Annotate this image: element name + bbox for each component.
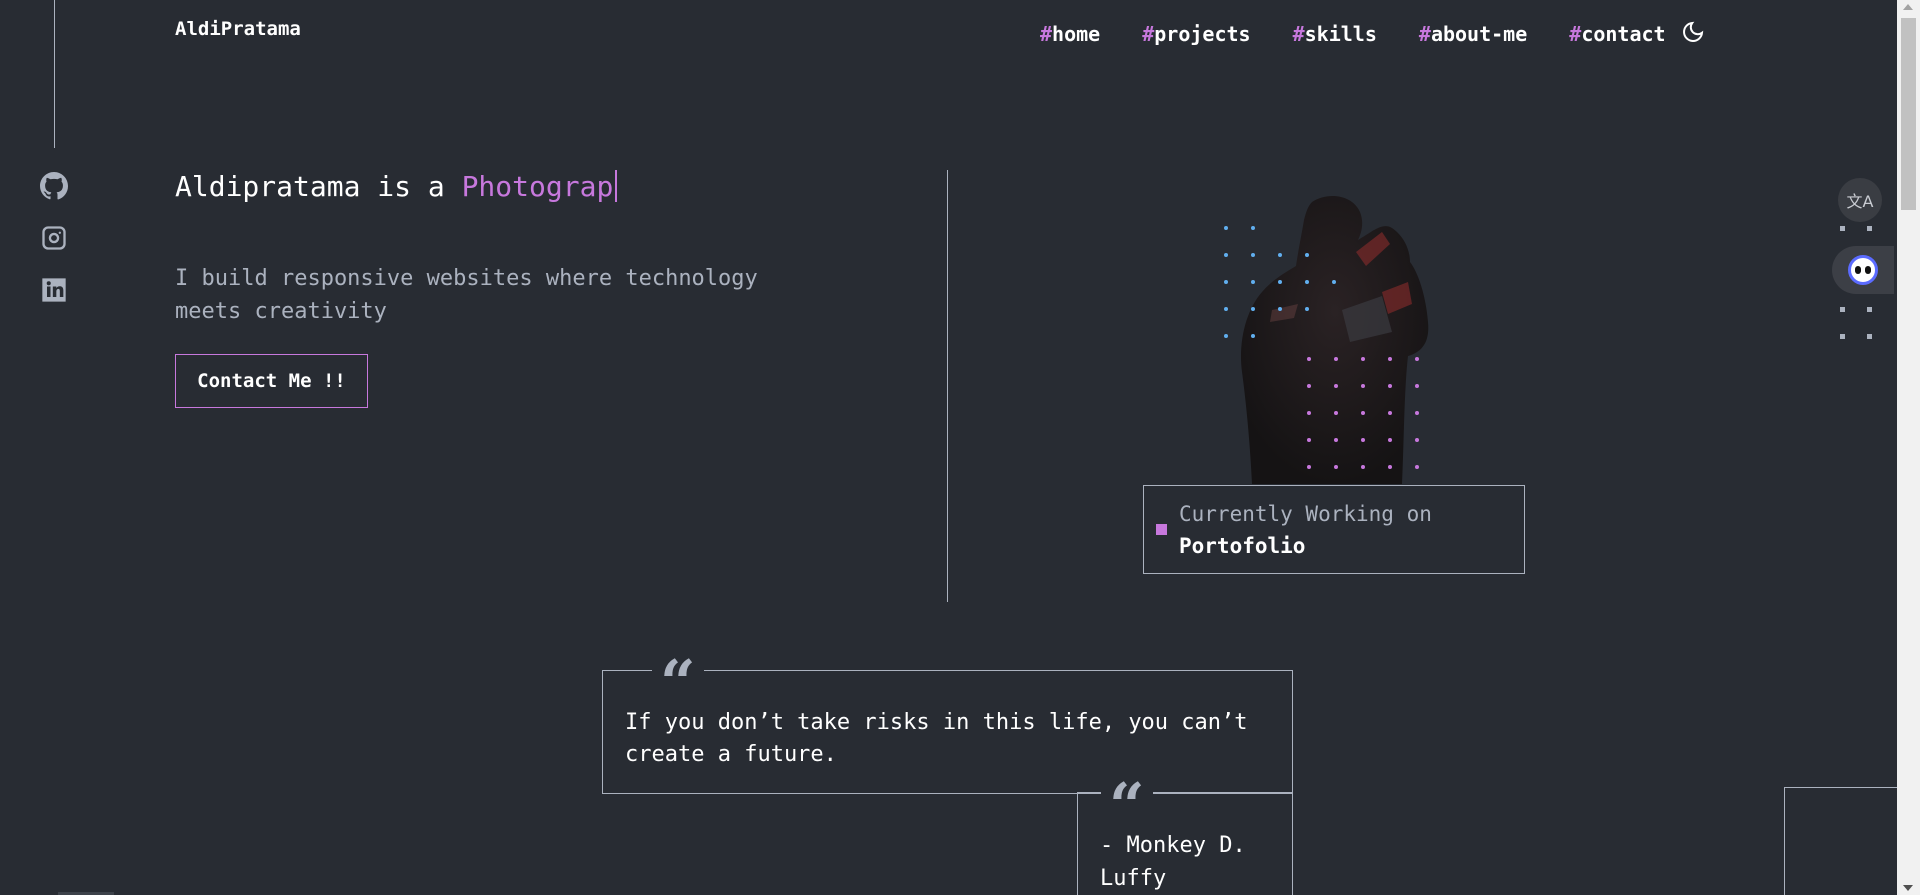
- dots-decoration-pink: [1307, 357, 1442, 492]
- github-icon[interactable]: [40, 172, 69, 200]
- assistant-face: [1848, 255, 1878, 285]
- page-scrollbar[interactable]: [1897, 0, 1920, 895]
- moon-icon[interactable]: [1681, 20, 1705, 44]
- instagram-icon[interactable]: [40, 224, 68, 252]
- nav-contact[interactable]: #contact: [1569, 22, 1665, 46]
- scroll-down-arrow-icon[interactable]: [1903, 885, 1913, 891]
- social-links: [40, 172, 69, 304]
- scroll-up-arrow-icon[interactable]: [1903, 4, 1913, 10]
- hero-title-prefix: Aldipratama is a: [175, 170, 462, 203]
- quote-author: - Monkey D. Luffy: [1100, 833, 1246, 891]
- hero-divider: [947, 170, 948, 602]
- nav-projects[interactable]: #projects: [1142, 22, 1250, 46]
- scrollbar-thumb[interactable]: [1901, 18, 1916, 210]
- status-text: Currently Working on Portofolio: [1179, 498, 1432, 562]
- dots-decoration-blue: [1224, 226, 1359, 361]
- linkedin-icon[interactable]: [40, 276, 68, 304]
- status-project: Portofolio: [1179, 533, 1306, 558]
- hero-title-typed: Photograp: [461, 170, 614, 203]
- contact-me-button[interactable]: Contact Me !!: [175, 354, 368, 408]
- nav-label: about-me: [1430, 22, 1528, 46]
- page: AldiPratama #home #projects #skills #abo…: [0, 0, 1920, 895]
- left-vertical-line: [54, 0, 55, 148]
- status-square-icon: [1156, 524, 1167, 535]
- translate-glyph: 文A: [1846, 192, 1874, 211]
- typing-cursor: [615, 170, 618, 202]
- nav-hash: #: [1040, 22, 1053, 46]
- quote-mark-icon: “: [652, 652, 704, 686]
- assistant-icon[interactable]: [1832, 246, 1894, 294]
- nav-hash: #: [1569, 22, 1582, 46]
- nav-label: home: [1052, 22, 1101, 46]
- main-nav: #home #projects #skills #about-me #conta…: [1040, 22, 1666, 46]
- translate-icon[interactable]: 文A: [1838, 178, 1882, 222]
- nav-hash: #: [1418, 22, 1431, 46]
- nav-label: contact: [1581, 22, 1666, 46]
- decorative-frame: [1784, 787, 1914, 895]
- nav-label: skills: [1304, 22, 1377, 46]
- hero-subtitle: I build responsive websites where techno…: [175, 266, 758, 324]
- hero-title: Aldipratama is a Photograp: [175, 170, 618, 203]
- nav-skills[interactable]: #skills: [1293, 22, 1377, 46]
- quote-box: If you don’t take risks in this life, yo…: [602, 670, 1293, 794]
- nav-about-me[interactable]: #about-me: [1419, 22, 1527, 46]
- nav-home[interactable]: #home: [1040, 22, 1100, 46]
- quote-mark-icon: “: [1101, 775, 1153, 809]
- quote-text: If you don’t take risks in this life, yo…: [625, 710, 1248, 767]
- current-work-status: Currently Working on Portofolio: [1143, 485, 1525, 574]
- nav-hash: #: [1292, 22, 1305, 46]
- site-logo[interactable]: AldiPratama: [175, 18, 301, 40]
- nav-hash: #: [1142, 22, 1155, 46]
- nav-label: projects: [1154, 22, 1251, 46]
- status-label: Currently Working on: [1179, 501, 1432, 526]
